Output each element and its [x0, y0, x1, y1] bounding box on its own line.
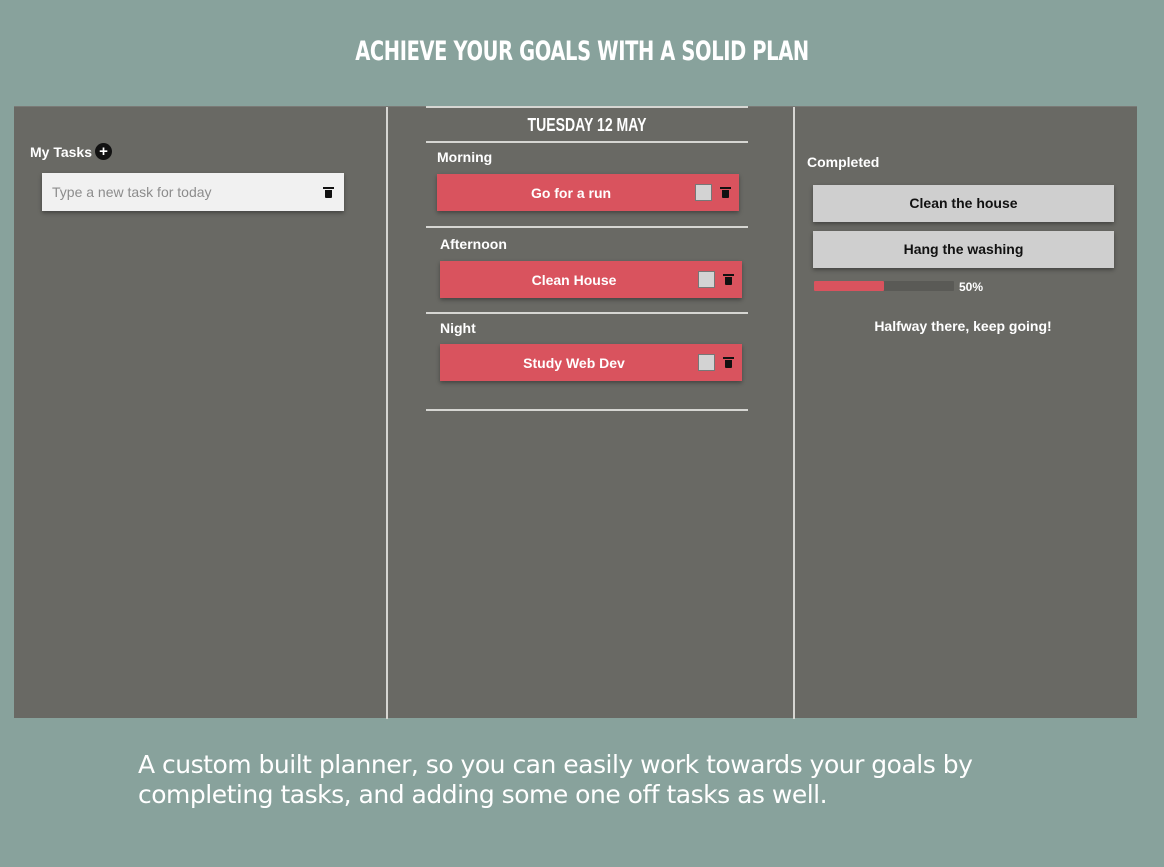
task-name: Clean House	[531, 271, 617, 288]
task-checkbox[interactable]	[698, 354, 715, 371]
page-headline: ACHIEVE YOUR GOALS WITH A SOLID PLAN	[355, 36, 809, 67]
trash-icon[interactable]	[723, 274, 734, 285]
trash-icon[interactable]	[323, 186, 334, 198]
page-caption: A custom built planner, so you can easil…	[138, 750, 973, 809]
progress-fill	[814, 281, 884, 291]
column-divider-right	[793, 107, 795, 719]
plus-circle-icon[interactable]: +	[95, 143, 112, 160]
trash-icon[interactable]	[720, 187, 731, 198]
planner-app: My Tasks + TUESDAY 12 MAY Morning Go for…	[14, 106, 1137, 719]
task-name: Study Web Dev	[523, 354, 625, 371]
task-name: Go for a run	[530, 184, 612, 201]
section-label-night: Night	[440, 320, 476, 336]
column-divider-left	[386, 107, 388, 719]
task-checkbox[interactable]	[695, 184, 712, 201]
completed-title: Completed	[807, 154, 880, 170]
task-card-morning[interactable]: Go for a run	[437, 174, 739, 211]
progress-bar	[814, 281, 954, 291]
section-label-morning: Morning	[437, 149, 493, 165]
section-rule	[426, 226, 748, 228]
task-card-afternoon[interactable]: Clean House	[440, 261, 742, 298]
day-title: TUESDAY 12 MAY	[527, 115, 647, 135]
completed-item[interactable]: Hang the washing	[813, 231, 1114, 268]
task-card-night[interactable]: Study Web Dev	[440, 344, 742, 381]
my-tasks-header: My Tasks +	[30, 143, 112, 160]
day-top-rule	[426, 106, 748, 108]
section-rule	[426, 312, 748, 314]
progress-message: Halfway there, keep going!	[874, 318, 1052, 334]
completed-item[interactable]: Clean the house	[813, 185, 1114, 222]
new-task-input[interactable]	[42, 173, 312, 211]
day-bottom-rule	[426, 141, 748, 143]
progress-percent: 50%	[959, 280, 984, 294]
new-task-field	[42, 173, 344, 211]
my-tasks-title: My Tasks	[30, 143, 92, 160]
task-checkbox[interactable]	[698, 271, 715, 288]
section-rule	[426, 409, 748, 411]
section-label-afternoon: Afternoon	[440, 236, 507, 252]
trash-icon[interactable]	[723, 357, 734, 368]
